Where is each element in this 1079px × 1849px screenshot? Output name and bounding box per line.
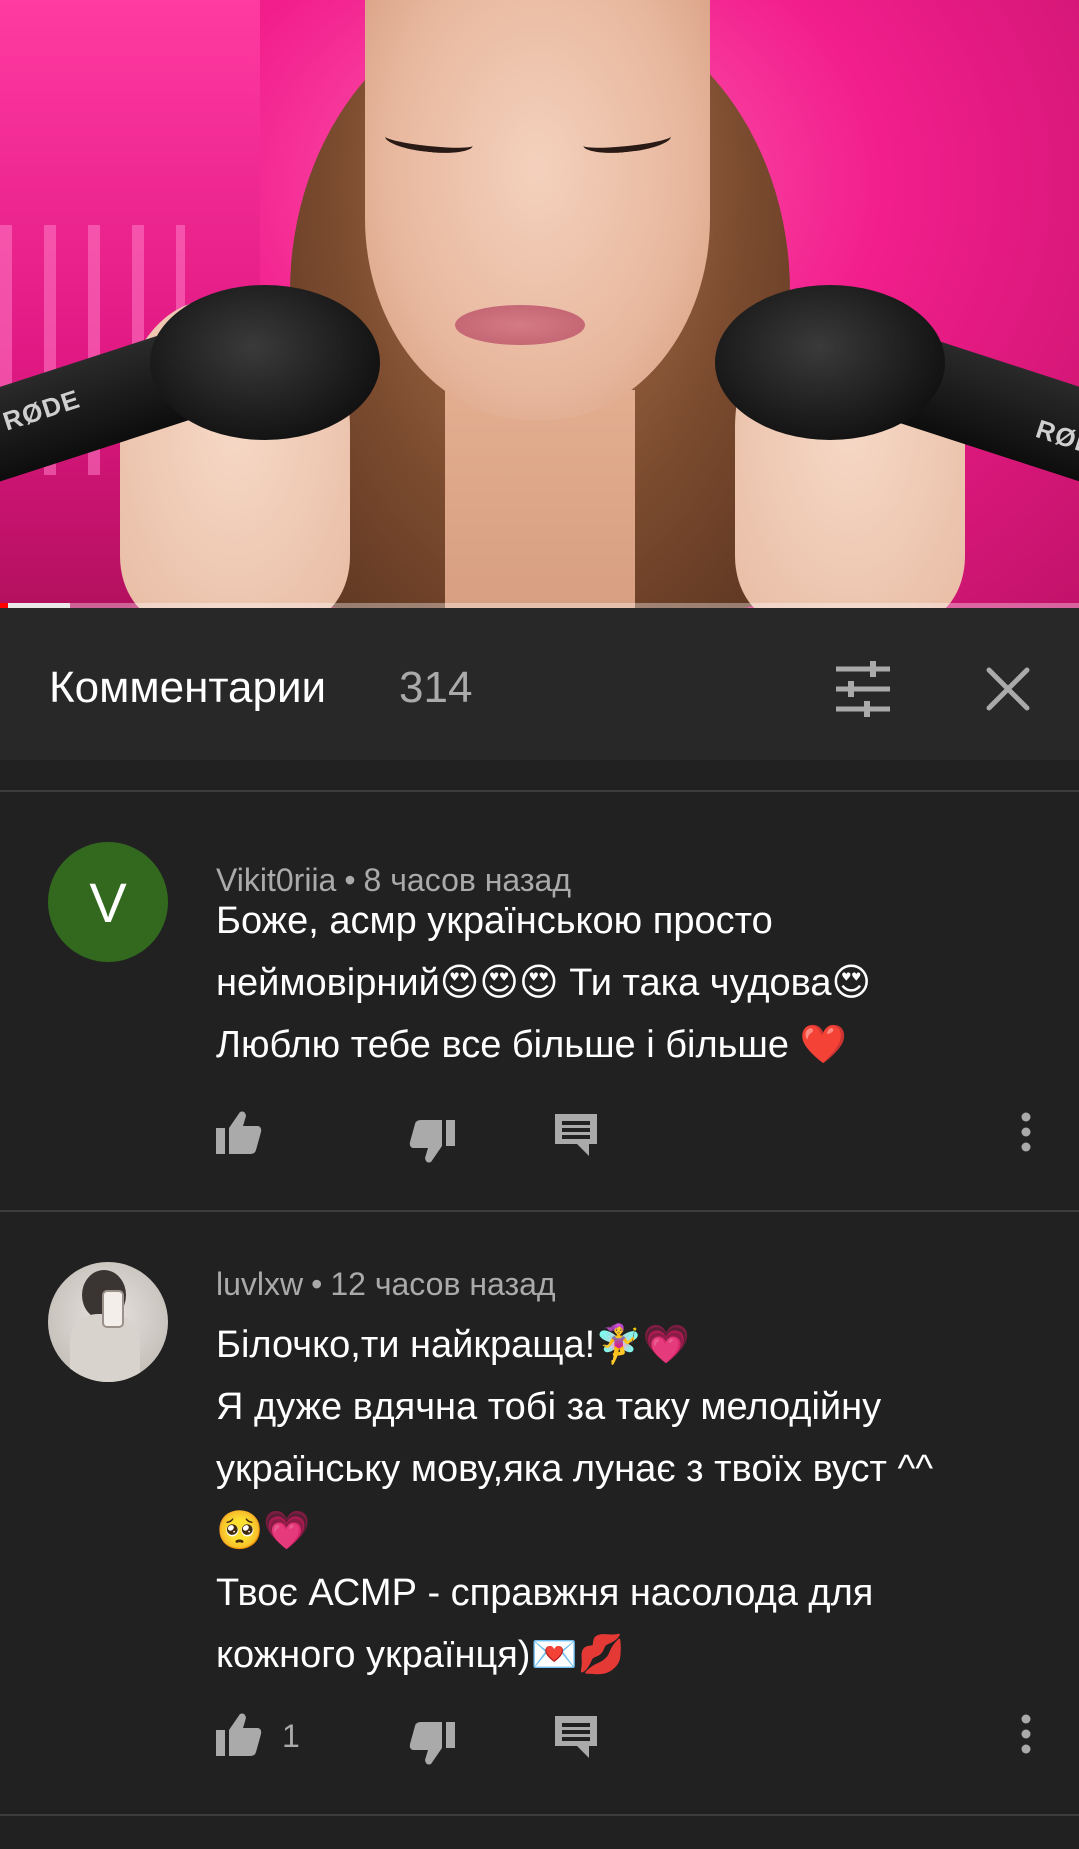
avatar[interactable]	[48, 1262, 168, 1382]
like-button[interactable]	[216, 1110, 262, 1154]
like-button[interactable]	[216, 1712, 262, 1756]
comments-title: Комментарии	[49, 663, 327, 712]
thumbs-down-icon	[409, 1722, 455, 1765]
comment-actions	[0, 1110, 1079, 1170]
comment-author[interactable]: luvlxw	[216, 1266, 303, 1302]
comment-text-line: Твоє АСМР - справжня насолода для	[216, 1572, 874, 1614]
reply-icon	[555, 1716, 597, 1758]
dislike-button[interactable]	[409, 1722, 455, 1766]
more-options-button[interactable]	[1020, 1714, 1032, 1754]
avatar-letter: V	[89, 870, 127, 934]
comment-text-line: кожного українця)💌💋	[216, 1634, 626, 1676]
thumbs-up-icon	[216, 1111, 262, 1154]
comment-actions: 1	[0, 1712, 1079, 1772]
video-person-face	[365, 0, 710, 420]
dislike-button[interactable]	[409, 1120, 455, 1164]
avatar[interactable]: V	[48, 842, 168, 962]
comment-text-line: Люблю тебе все більше і більше ❤️	[216, 1024, 847, 1066]
more-vert-icon	[1021, 1714, 1031, 1754]
comments-header: Комментарии 314	[0, 608, 1079, 760]
filter-icon	[836, 661, 890, 717]
thumbs-up-icon	[216, 1713, 262, 1756]
meta-separator: •	[311, 1266, 323, 1302]
reply-button[interactable]	[555, 1716, 597, 1758]
comment-text-line: Білочко,ти найкраща!🧚‍♀️💗	[216, 1324, 690, 1366]
like-count: 1	[282, 1718, 300, 1754]
video-microphone-right	[715, 285, 945, 440]
comments-count: 314	[399, 663, 473, 712]
comment-text: Білочко,ти найкраща!🧚‍♀️💗 Я дуже вдячна …	[216, 1314, 1036, 1686]
comment-text: Боже, асмр українською просто неймовірни…	[216, 890, 1036, 1076]
sort-filter-button[interactable]	[834, 660, 892, 718]
avatar-phone	[102, 1290, 124, 1328]
more-options-button[interactable]	[1020, 1112, 1032, 1152]
video-person-neck	[445, 390, 635, 608]
divider	[0, 1814, 1079, 1816]
divider	[0, 790, 1079, 792]
comment-text-line: українську мову,яка лунає з твоїх вуст ^…	[216, 1448, 934, 1490]
video-person-lips	[455, 305, 585, 345]
thumbs-down-icon	[409, 1120, 455, 1163]
comment-text-line: Боже, асмр українською просто	[216, 900, 773, 942]
comment-meta: luvlxw • 12 часов назад	[216, 1266, 556, 1303]
comment-text-line: 🥺💗	[216, 1510, 311, 1552]
divider	[0, 1210, 1079, 1212]
close-icon	[986, 667, 1030, 711]
comment-time: 12 часов назад	[330, 1266, 556, 1302]
more-vert-icon	[1021, 1112, 1031, 1152]
reply-icon	[555, 1114, 597, 1156]
reply-button[interactable]	[555, 1114, 597, 1156]
comment-text-line: неймовірний😍😍😍 Ти така чудова😍	[216, 962, 872, 1004]
video-microphone-left	[150, 285, 380, 440]
comment-text-line: Я дуже вдячна тобі за таку мелодійну	[216, 1386, 882, 1428]
close-comments-button[interactable]	[985, 666, 1031, 712]
video-player[interactable]: RØDE RØDE	[0, 0, 1079, 608]
